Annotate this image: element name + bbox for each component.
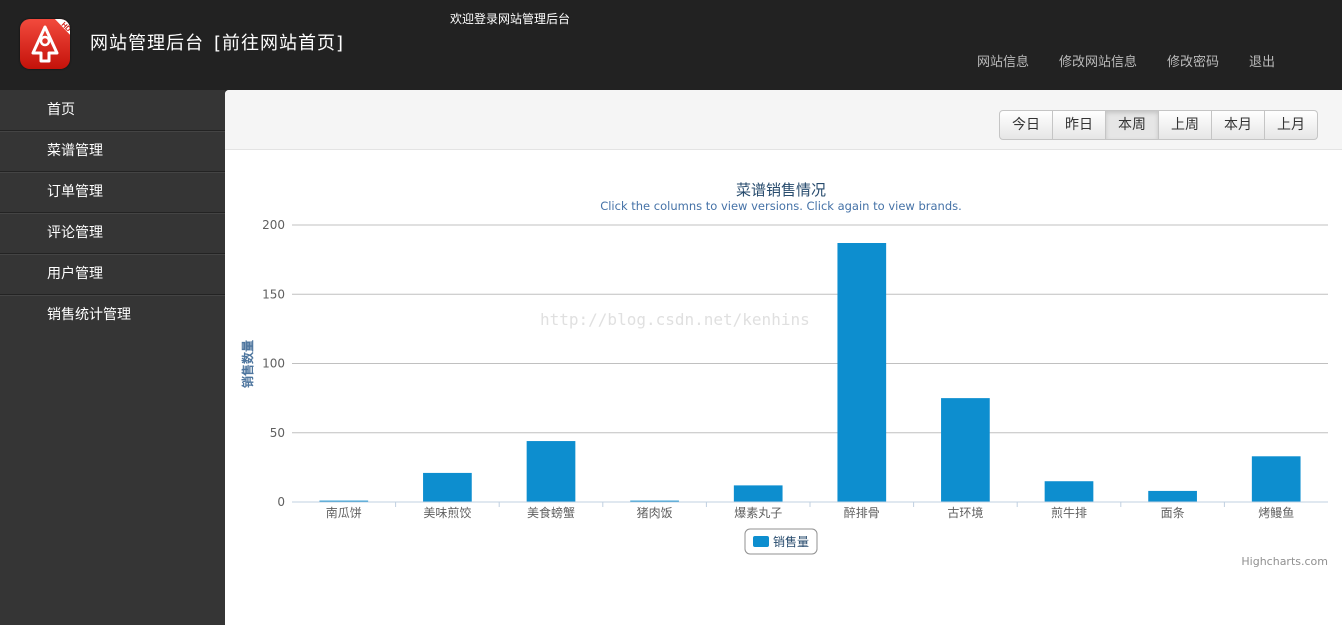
x-tick-label: 南瓜饼 xyxy=(326,505,362,520)
main-panel: 今日 昨日 本周 上周 本月 上月 菜谱销售情况 Click the colum… xyxy=(225,90,1342,625)
sidebar-item-comments[interactable]: 评论管理 xyxy=(0,213,225,254)
chart-title: 菜谱销售情况 xyxy=(736,181,826,199)
sidebar-item-recipes[interactable]: 菜谱管理 xyxy=(0,131,225,172)
site-title: 网站管理后台 [前往网站首页] xyxy=(90,29,344,55)
date-toolbar: 今日 昨日 本周 上周 本月 上月 xyxy=(225,90,1342,150)
site-logo[interactable]: HD xyxy=(20,19,70,69)
x-tick-label: 古环境 xyxy=(947,505,983,520)
btn-this-month[interactable]: 本月 xyxy=(1212,110,1265,140)
header: HD 网站管理后台 [前往网站首页] 欢迎登录网站管理后台 网站信息 修改网站信息… xyxy=(0,0,1342,90)
legend-label: 销售量 xyxy=(773,534,809,549)
y-tick-label: 200 xyxy=(262,218,285,232)
welcome-text: 欢迎登录网站管理后台 xyxy=(450,12,571,26)
sidebar-item-orders[interactable]: 订单管理 xyxy=(0,172,225,213)
bar-9[interactable] xyxy=(1148,490,1197,502)
btn-yesterday[interactable]: 昨日 xyxy=(1053,110,1106,140)
tree-logo-icon: HD xyxy=(31,19,70,63)
sidebar-item-users[interactable]: 用户管理 xyxy=(0,254,225,295)
bar-5[interactable] xyxy=(733,485,783,502)
btn-today[interactable]: 今日 xyxy=(999,110,1053,140)
x-tick-label: 醉排骨 xyxy=(844,505,880,520)
sales-chart: 菜谱销售情况 Click the columns to view version… xyxy=(240,181,1328,568)
nav-logout[interactable]: 退出 xyxy=(1249,51,1275,70)
y-tick-label: 150 xyxy=(262,287,285,301)
chart-legend[interactable]: 销售量 xyxy=(744,528,818,555)
nav-site-info[interactable]: 网站信息 xyxy=(977,51,1029,70)
chart-subtitle: Click the columns to view versions. Clic… xyxy=(600,199,962,213)
date-range-buttons: 今日 昨日 本周 上周 本月 上月 xyxy=(999,110,1318,140)
bar-6[interactable] xyxy=(837,243,887,502)
x-tick-label: 猪肉饭 xyxy=(637,506,673,520)
y-tick-label: 50 xyxy=(270,426,285,440)
site-name: 网站管理后台 xyxy=(90,33,204,54)
bar-7[interactable] xyxy=(941,398,990,502)
legend-swatch xyxy=(753,536,769,547)
x-tick-label: 爆素丸子 xyxy=(734,506,782,520)
watermark-text: http://blog.csdn.net/kenhins xyxy=(540,310,810,329)
bar-2[interactable] xyxy=(423,472,472,502)
btn-this-week[interactable]: 本周 xyxy=(1106,110,1159,140)
bar-10[interactable] xyxy=(1251,456,1301,502)
bar-3[interactable] xyxy=(526,441,576,502)
x-tick-label: 美味煎饺 xyxy=(423,505,471,520)
y-tick-label: 0 xyxy=(277,495,285,509)
y-tick-label: 100 xyxy=(262,357,285,371)
bar-8[interactable] xyxy=(1044,481,1094,502)
nav-change-password[interactable]: 修改密码 xyxy=(1167,51,1219,70)
sidebar-item-home[interactable]: 首页 xyxy=(0,90,225,131)
btn-last-week[interactable]: 上周 xyxy=(1159,110,1212,140)
btn-last-month[interactable]: 上月 xyxy=(1265,110,1318,140)
home-link[interactable]: [前往网站首页] xyxy=(214,33,344,54)
sidebar: 首页 菜谱管理 订单管理 评论管理 用户管理 销售统计管理 xyxy=(0,90,225,625)
top-nav: 网站信息 修改网站信息 修改密码 退出 xyxy=(977,51,1275,70)
sidebar-item-sales-stats[interactable]: 销售统计管理 xyxy=(0,295,225,336)
y-axis-title: 销售数量 xyxy=(240,340,255,388)
x-tick-label: 面条 xyxy=(1161,506,1185,520)
x-tick-label: 烤鳗鱼 xyxy=(1258,505,1294,520)
x-tick-label: 煎牛排 xyxy=(1051,505,1087,520)
x-tick-label: 美食螃蟹 xyxy=(527,505,575,520)
chart-credits[interactable]: Highcharts.com xyxy=(1241,555,1328,568)
nav-edit-site-info[interactable]: 修改网站信息 xyxy=(1059,51,1137,70)
